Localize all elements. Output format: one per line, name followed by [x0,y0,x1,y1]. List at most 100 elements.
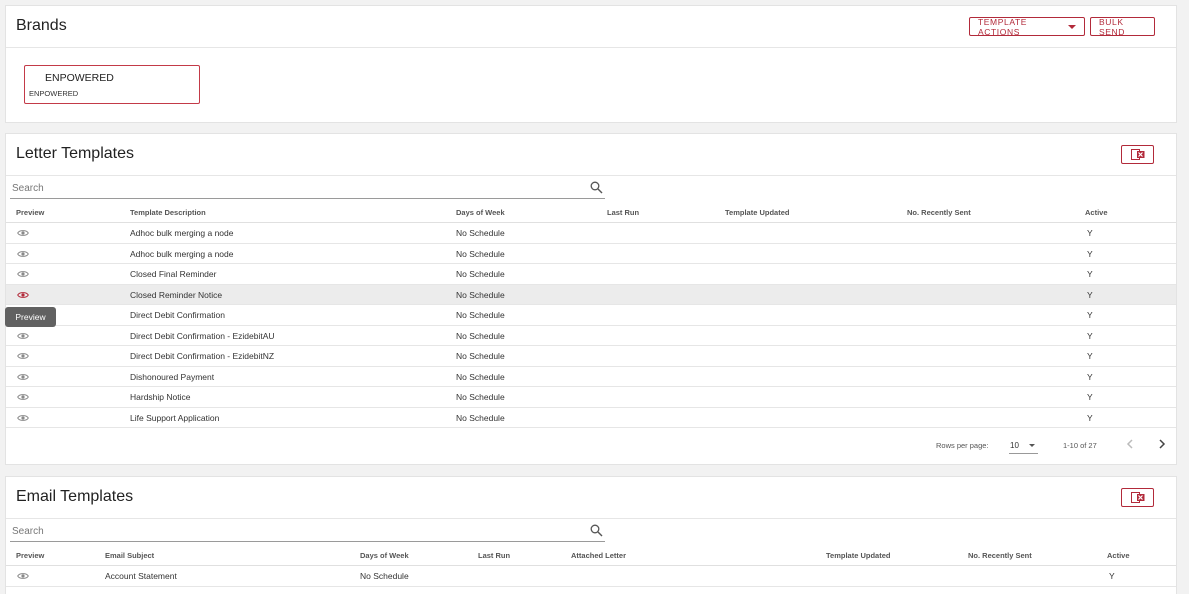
bulk-send-label: BULK SEND [1099,16,1126,37]
brand-tile-name: ENPOWERED [45,72,114,84]
email-templates-title: Email Templates [16,488,134,505]
brands-card: Brands TEMPLATE ACTIONS BULK SEND ENPOWE… [5,5,1177,123]
col-last-run[interactable]: Last Run [478,551,510,560]
col-recently-sent[interactable]: No. Recently Sent [968,551,1032,560]
email-export-excel-button[interactable] [1121,488,1154,507]
caret-down-icon [1029,444,1035,447]
email-table-header: Preview Email Subject Days of Week Last … [6,546,1176,566]
cell-active: Y [1087,310,1093,320]
cell-days-of-week: No Schedule [456,371,505,382]
table-row[interactable]: Direct Debit Confirmation No Schedule Y [6,305,1176,326]
col-attached-letter[interactable]: Attached Letter [571,551,626,560]
eye-icon[interactable] [17,572,29,580]
table-row[interactable]: Direct Debit Confirmation - EzidebitNZ No… [6,346,1176,367]
bulk-send-button[interactable]: BULK SEND [1090,16,1155,37]
email-templates-table: Preview Email Subject Days of Week Last … [6,546,1176,587]
cell-active: Y [1087,248,1093,259]
eye-icon[interactable] [17,414,29,422]
cell-days-of-week: No Schedule [456,351,505,361]
letter-pagination: Rows per page: 10 1-10 of 27 [6,428,1176,464]
col-recently-sent[interactable]: No. Recently Sent [907,208,971,217]
pagination-range: 1-10 of 27 [1063,441,1097,450]
col-preview: Preview [16,551,45,560]
cell-email-subject: Account Statement [105,571,177,581]
letter-table-header: Preview Template Description Days of Wee… [6,203,1176,223]
next-page-icon[interactable] [1157,438,1167,450]
eye-icon[interactable] [17,250,29,258]
table-row[interactable]: Adhoc bulk merging a node No Schedule Y [6,243,1176,264]
cell-active: Y [1087,351,1093,361]
col-template-updated[interactable]: Template Updated [826,551,890,560]
search-icon[interactable] [590,181,603,194]
col-preview: Preview [16,208,45,217]
cell-active: Y [1109,571,1115,581]
cell-template-description: Life Support Application [130,412,220,423]
cell-days-of-week: No Schedule [456,310,505,320]
cell-template-description: Closed Final Reminder [130,269,217,279]
letter-search [10,177,605,199]
cell-template-description: Direct Debit Confirmation [130,310,225,320]
table-row[interactable]: Closed Final Reminder No Schedule Y [6,264,1176,285]
cell-active: Y [1087,412,1093,423]
letter-templates-header: Letter Templates [6,134,1176,176]
brand-tile-enpowered[interactable]: ENPOWERED ENPOWERED [24,65,200,104]
email-search-input[interactable] [12,526,572,537]
col-template-description[interactable]: Template Description [130,208,206,217]
eye-icon[interactable] [17,393,29,401]
cell-active: Y [1087,330,1093,341]
cell-template-description: Hardship Notice [130,392,191,402]
col-last-run[interactable]: Last Run [607,208,639,217]
letter-search-input[interactable] [12,183,572,194]
eye-icon[interactable] [17,229,29,237]
eye-icon[interactable] [17,352,29,360]
search-icon[interactable] [590,524,603,537]
brands-header: Brands TEMPLATE ACTIONS BULK SEND [6,6,1176,48]
eye-icon[interactable] [17,373,29,381]
table-row[interactable]: Direct Debit Confirmation - EzidebitAU No… [6,325,1176,346]
template-actions-label: TEMPLATE ACTIONS [978,16,1028,37]
email-search [10,520,605,542]
table-row[interactable]: Account Statement No Schedule Y [6,566,1176,587]
brands-title: Brands [16,17,67,34]
table-row[interactable]: Hardship Notice No Schedule Y [6,387,1176,408]
table-row[interactable]: Adhoc bulk merging a node No Schedule Y [6,223,1176,244]
eye-icon[interactable] [17,291,29,299]
col-active[interactable]: Active [1085,208,1108,217]
template-actions-button[interactable]: TEMPLATE ACTIONS [969,16,1085,37]
cell-days-of-week: No Schedule [456,228,505,238]
cell-template-description: Dishonoured Payment [130,371,215,382]
brand-tile-subtitle: ENPOWERED [29,89,79,98]
eye-icon[interactable] [17,270,29,278]
cell-days-of-week: No Schedule [456,289,505,300]
cell-active: Y [1087,371,1093,382]
letter-templates-table: Preview Template Description Days of Wee… [6,203,1176,464]
caret-down-icon [1068,24,1076,29]
table-row[interactable]: Dishonoured Payment No Schedule Y [6,366,1176,387]
col-days-of-week[interactable]: Days of Week [360,551,409,560]
cell-active: Y [1087,289,1093,300]
excel-export-icon [1130,149,1144,160]
cell-template-description: Direct Debit Confirmation - EzidebitAU [130,330,275,341]
rows-per-page-select[interactable]: 10 [1009,436,1038,454]
email-templates-header: Email Templates [6,477,1176,519]
rows-per-page-label: Rows per page: [936,441,989,450]
letter-export-excel-button[interactable] [1121,145,1154,164]
cell-days-of-week: No Schedule [456,412,505,423]
cell-active: Y [1087,228,1093,238]
cell-active: Y [1087,269,1093,279]
col-active[interactable]: Active [1107,551,1130,560]
cell-days-of-week: No Schedule [456,269,505,279]
cell-days-of-week: No Schedule [360,571,409,581]
eye-icon[interactable] [17,332,29,340]
letter-templates-card: Letter Templates Preview Template Descri… [5,133,1177,465]
cell-active: Y [1087,392,1093,402]
email-templates-card: Email Templates Preview Email Subject Da… [5,476,1177,594]
table-row[interactable]: Closed Reminder Notice No Schedule Y [6,284,1176,305]
prev-page-icon[interactable] [1125,438,1135,450]
col-days-of-week[interactable]: Days of Week [456,208,505,217]
table-row[interactable]: Life Support Application No Schedule Y [6,407,1176,428]
col-email-subject[interactable]: Email Subject [105,551,154,560]
cell-days-of-week: No Schedule [456,392,505,402]
col-template-updated[interactable]: Template Updated [725,208,789,217]
cell-days-of-week: No Schedule [456,248,505,259]
